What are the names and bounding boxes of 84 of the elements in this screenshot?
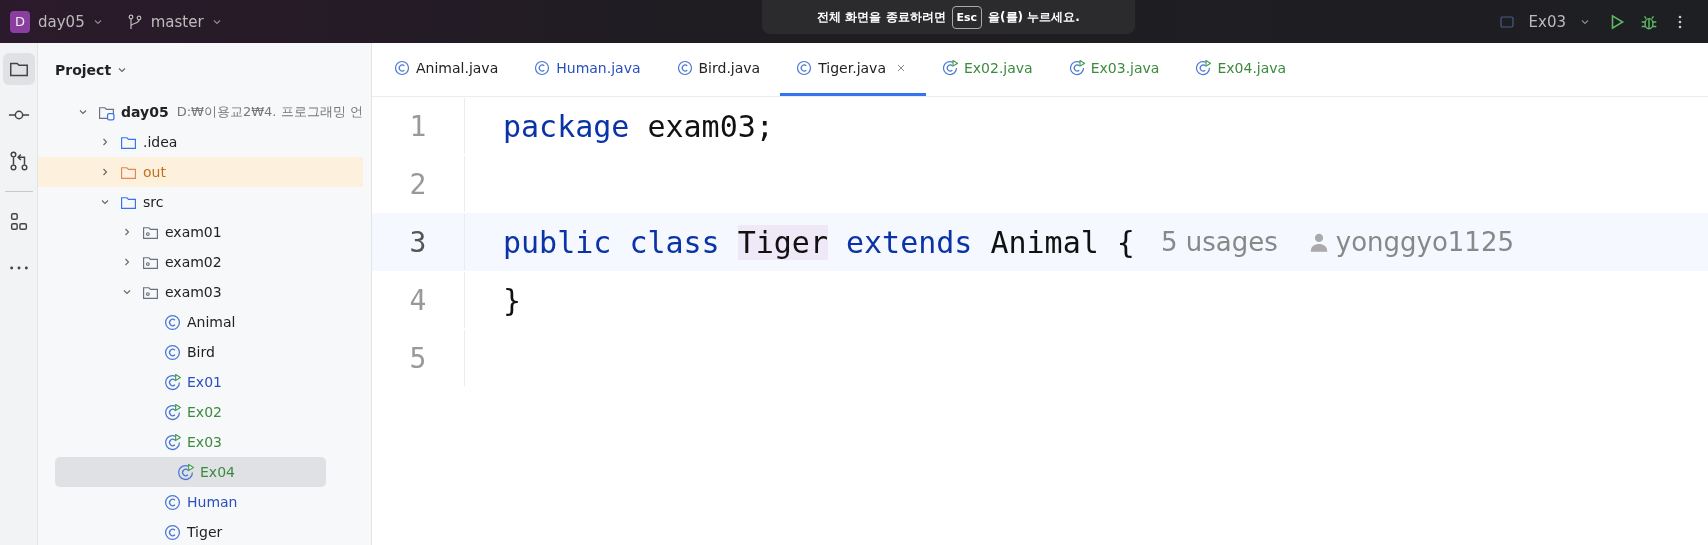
code-token: public [503, 224, 612, 260]
class-icon [534, 60, 551, 76]
code-token: } [503, 282, 522, 318]
folder-name: src [143, 194, 164, 210]
runnable-class-icon [164, 433, 181, 451]
tree-item[interactable]: Animal [38, 307, 363, 337]
editor-tab[interactable]: Ex02.java [925, 43, 1053, 96]
class-name: Ex03 [187, 434, 222, 450]
runnable-class-icon [164, 403, 181, 421]
class-icon [164, 493, 181, 511]
line-number: 2 [372, 156, 465, 212]
toast-message: 전체 화면을 종료하려면 [817, 8, 946, 26]
project-badge: D [10, 10, 30, 33]
tree-item[interactable]: exam02 [38, 247, 363, 277]
code-token: extends [846, 224, 973, 260]
window-icon [1498, 13, 1515, 30]
folder-name: .idea [143, 134, 178, 150]
close-icon[interactable] [895, 63, 906, 73]
class-icon [394, 60, 410, 76]
runnable-class-icon [177, 463, 194, 481]
project-selector[interactable]: day05 [38, 12, 85, 31]
line-number: 1 [372, 98, 465, 154]
tree-item[interactable]: Ex01 [38, 367, 363, 397]
toast-message: 을(를) 누르세요. [988, 8, 1080, 26]
editor-tab[interactable]: Ex04.java [1179, 43, 1307, 96]
chevron-down-icon[interactable] [78, 107, 88, 117]
tree-item[interactable]: .idea [38, 127, 363, 157]
tree-item[interactable]: exam01 [38, 217, 363, 247]
tree-item[interactable]: Ex03 [38, 427, 363, 457]
line-number: 5 [372, 330, 465, 386]
tree-item[interactable]: day05 D:₩이용교2₩4. 프로그래밍 언 [38, 97, 363, 127]
class-icon [164, 343, 181, 361]
tree-item[interactable]: exam03 [38, 277, 363, 307]
path-text: D:₩이용교2₩4. 프로그래밍 언 [176, 103, 363, 121]
run-configuration[interactable]: Ex03 [1528, 12, 1566, 31]
class-icon [164, 523, 181, 541]
package-name: exam03 [165, 284, 222, 300]
class-name: Ex02 [187, 404, 222, 420]
chevron-right-icon[interactable] [122, 257, 132, 267]
class-name: Ex04 [200, 464, 235, 480]
code-token: exam03; [647, 108, 774, 144]
key-cap: Esc [951, 5, 983, 29]
class-name: Animal [187, 314, 236, 330]
folder-name: out [143, 164, 166, 180]
class-name: Tiger [187, 524, 223, 540]
class-icon [796, 60, 813, 76]
editor-tab[interactable]: Ex03.java [1052, 43, 1180, 96]
runnable-class-icon [1068, 60, 1085, 76]
tree-item[interactable]: Bird [38, 337, 363, 367]
tree-item[interactable]: Ex02 [38, 397, 363, 427]
branch-icon [126, 13, 143, 30]
code-token: package [503, 108, 630, 144]
class-name: Human [187, 494, 238, 510]
editor-tab[interactable]: Animal.java [378, 43, 519, 96]
editor-tab[interactable]: Human.java [518, 43, 661, 96]
editor-tab[interactable]: Tiger.java [780, 43, 926, 96]
chevron-down-icon[interactable] [100, 197, 110, 207]
chevron-right-icon[interactable] [100, 137, 110, 147]
chevron-right-icon[interactable] [100, 167, 110, 177]
chevron-down-icon[interactable] [117, 65, 128, 75]
class-name: Bird [187, 344, 215, 360]
editor-tab[interactable]: Bird.java [660, 43, 781, 96]
runnable-class-icon [941, 60, 958, 76]
package-name: exam01 [165, 224, 222, 240]
code-token: Animal { [990, 224, 1135, 260]
code-token: class [629, 224, 720, 260]
chevron-down-icon[interactable] [122, 287, 132, 297]
class-name: Ex01 [187, 374, 222, 390]
code-token: Tiger [737, 224, 828, 260]
class-icon [676, 60, 693, 76]
line-number: 4 [372, 272, 465, 328]
runnable-class-icon [164, 373, 181, 391]
runnable-class-icon [1195, 60, 1212, 76]
line-number: 3 [372, 214, 465, 270]
package-name: exam02 [165, 254, 222, 270]
panel-title[interactable]: Project [55, 62, 112, 78]
tree-item[interactable]: Tiger [38, 517, 363, 545]
tree-item[interactable]: Human [38, 487, 363, 517]
module-name: day05 [121, 104, 169, 120]
branch-selector[interactable]: master [150, 12, 204, 31]
folder-icon[interactable] [2, 53, 35, 85]
tree-item[interactable]: src [38, 187, 363, 217]
chevron-right-icon[interactable] [122, 227, 132, 237]
class-icon [164, 313, 181, 331]
